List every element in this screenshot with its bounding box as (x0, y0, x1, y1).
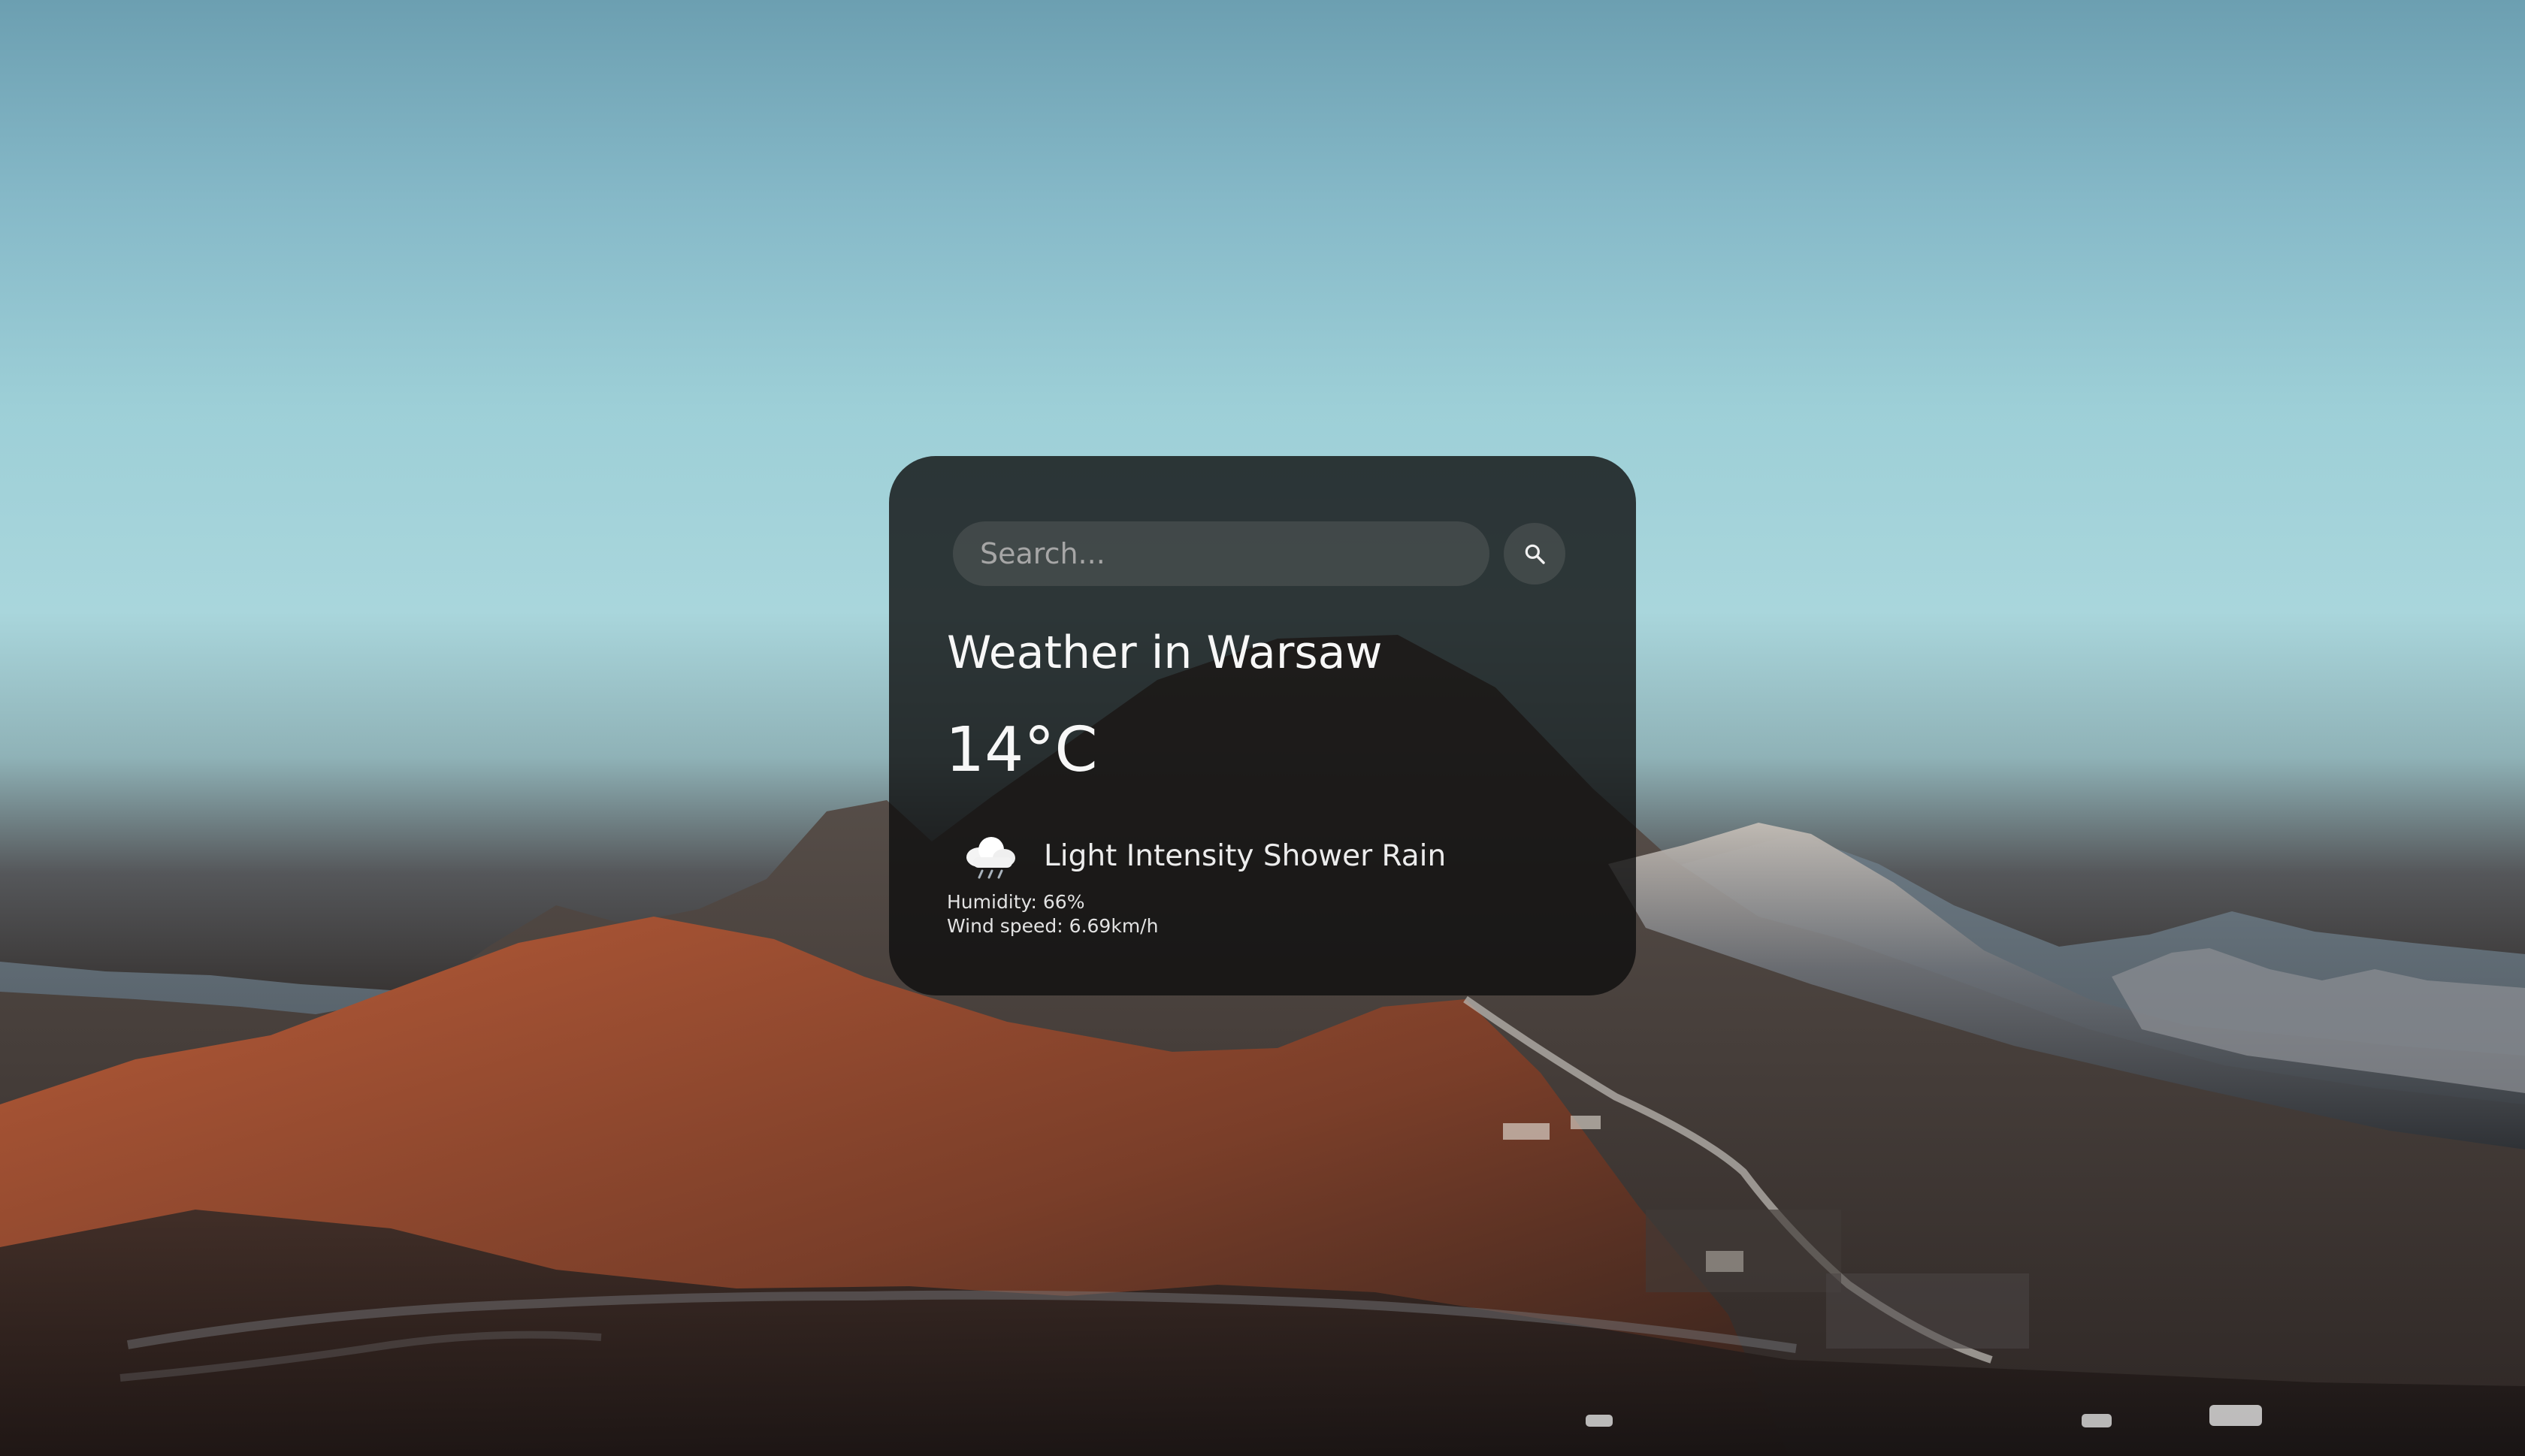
search-button[interactable] (1504, 523, 1565, 585)
cloud-rain-icon (966, 837, 1015, 879)
humidity-text: Humidity: 66% (947, 891, 1085, 913)
city-title: Weather in Warsaw (947, 627, 1383, 679)
app-background: Weather in Warsaw 14°C Light Intensity S… (0, 0, 2525, 1456)
search-bar (953, 521, 1577, 586)
temperature: 14°C (945, 714, 1098, 786)
weather-description: Light Intensity Shower Rain (1044, 838, 1447, 873)
search-input[interactable] (953, 521, 1489, 586)
wind-speed-text: Wind speed: 6.69km/h (947, 915, 1159, 937)
weather-card: Weather in Warsaw 14°C Light Intensity S… (889, 456, 1636, 995)
search-icon (1525, 544, 1545, 564)
condition-row: Light Intensity Shower Rain (958, 824, 1446, 887)
